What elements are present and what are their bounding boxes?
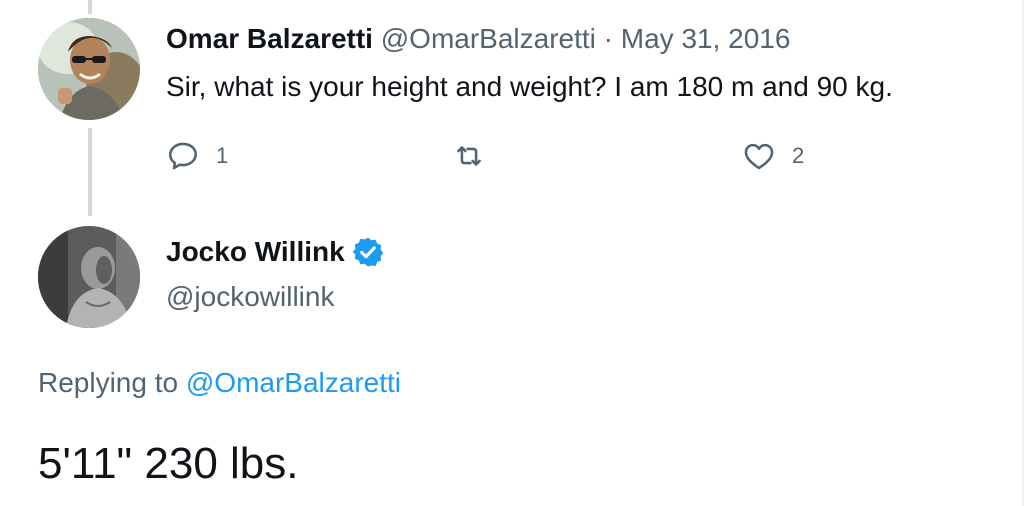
replying-to-mention[interactable]: @OmarBalzaretti [186, 367, 401, 398]
parent-tweet-header: Omar Balzaretti @OmarBalzaretti · May 31… [166, 22, 790, 56]
reply-author-row: Jocko Willink [166, 234, 385, 270]
reply-button[interactable]: 1 [166, 138, 228, 174]
parent-tweet-text: Sir, what is your height and weight? I a… [166, 71, 893, 102]
avatar-omar[interactable] [38, 18, 140, 120]
reply-icon [166, 139, 200, 173]
replying-to-line: Replying to @OmarBalzaretti [38, 366, 401, 400]
tweet-thread: Omar Balzaretti @OmarBalzaretti · May 31… [0, 0, 1024, 506]
parent-tweet-date[interactable]: May 31, 2016 [621, 23, 791, 54]
parent-tweet-actions: 1 2 [166, 138, 866, 174]
avatar-jocko-image [38, 226, 140, 328]
like-count: 2 [792, 143, 805, 168]
like-button[interactable]: 2 [742, 138, 804, 174]
avatar-jocko[interactable] [38, 226, 140, 328]
verified-badge-icon [351, 235, 385, 269]
parent-author-handle[interactable]: @OmarBalzaretti [381, 23, 596, 54]
reply-count: 1 [216, 143, 229, 168]
retweet-icon [452, 139, 486, 173]
thread-connector-top [88, 0, 92, 14]
header-separator: · [603, 23, 613, 54]
reply-tweet-text: 5'11" 230 lbs. [38, 439, 299, 488]
thread-connector [88, 128, 92, 216]
reply-author-handle[interactable]: @jockowillink [166, 280, 334, 314]
avatar-omar-image [38, 18, 140, 120]
parent-author-name[interactable]: Omar Balzaretti [166, 23, 373, 54]
retweet-button[interactable] [452, 138, 502, 174]
replying-to-label: Replying to [38, 367, 179, 398]
heart-icon [742, 139, 776, 173]
reply-author-name[interactable]: Jocko Willink [166, 234, 345, 270]
